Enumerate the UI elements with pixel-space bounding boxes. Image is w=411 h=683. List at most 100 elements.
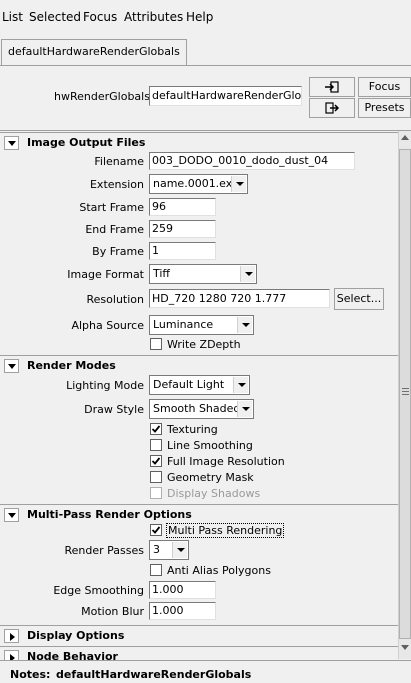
resolution-label: Resolution — [86, 293, 144, 306]
section-multi-pass-render-options[interactable]: Multi-Pass Render Options — [0, 504, 398, 524]
end-frame-label: End Frame — [85, 223, 144, 236]
motion-blur-label: Motion Blur — [81, 605, 144, 618]
line-smoothing-label: Line Smoothing — [167, 439, 253, 452]
notes-label: Notes: — [10, 668, 51, 681]
node-name-field[interactable]: defaultHardwareRenderGlobals — [149, 86, 302, 106]
chevron-down-icon — [231, 176, 246, 192]
full-image-resolution-checkbox[interactable] — [150, 455, 162, 467]
start-frame-label: Start Frame — [79, 201, 144, 214]
anti-alias-polygons-checkbox[interactable] — [150, 564, 162, 576]
menu-help[interactable]: Help — [186, 10, 213, 25]
scroll-up-icon[interactable] — [401, 135, 409, 140]
display-shadows-checkbox[interactable] — [150, 487, 162, 499]
lighting-mode-label: Lighting Mode — [66, 379, 144, 392]
image-format-dropdown[interactable]: Tiff — [149, 264, 257, 284]
edge-smoothing-field[interactable]: 1.000 — [149, 581, 216, 599]
notes-value[interactable]: defaultHardwareRenderGlobals — [56, 668, 251, 681]
draw-style-value: Smooth Shaded — [153, 402, 241, 415]
expanded-arrow-icon — [8, 513, 16, 518]
collapse-toggle[interactable] — [4, 508, 19, 522]
checkmark-icon — [151, 526, 161, 534]
alpha-source-dropdown[interactable]: Luminance — [149, 315, 254, 335]
select-resolution-button[interactable]: Select... — [334, 288, 384, 310]
tab-default-hardware-render-globals[interactable]: defaultHardwareRenderGlobals — [1, 39, 187, 65]
chevron-down-icon — [172, 542, 187, 558]
section-image-output-files[interactable]: Image Output Files — [0, 132, 398, 152]
extension-label: Extension — [89, 178, 144, 191]
extension-dropdown[interactable]: name.0001.ext — [149, 174, 248, 194]
notes-bar: Notes: defaultHardwareRenderGlobals — [0, 660, 411, 683]
menu-attributes[interactable]: Attributes — [124, 10, 183, 25]
write-zdepth-checkbox[interactable] — [150, 338, 162, 350]
filename-field[interactable]: 003_DODO_0010_dodo_dust_04 — [149, 152, 355, 170]
resolution-field[interactable]: HD_720 1280 720 1.777 — [149, 289, 330, 308]
scroll-down-icon[interactable] — [401, 645, 409, 650]
extension-value: name.0001.ext — [153, 177, 237, 190]
render-passes-dropdown[interactable]: 3 — [149, 540, 189, 560]
full-image-resolution-label: Full Image Resolution — [167, 455, 285, 468]
node-type-label: hwRenderGlobals: — [54, 90, 154, 103]
geometry-mask-label: Geometry Mask — [167, 471, 254, 484]
collapsed-arrow-icon — [10, 633, 15, 641]
collapse-toggle[interactable] — [4, 359, 19, 373]
menu-selected[interactable]: Selected — [29, 10, 81, 25]
section-render-modes[interactable]: Render Modes — [0, 355, 398, 375]
collapse-toggle[interactable] — [4, 136, 19, 150]
focus-button[interactable]: Focus — [358, 77, 411, 97]
by-frame-label: By Frame — [92, 245, 144, 258]
by-frame-field[interactable]: 1 — [149, 242, 216, 260]
texturing-checkbox[interactable] — [150, 423, 162, 435]
edge-smoothing-label: Edge Smoothing — [53, 584, 144, 597]
start-frame-field[interactable]: 96 — [149, 198, 216, 216]
alpha-source-value: Luminance — [153, 318, 214, 331]
alpha-source-label: Alpha Source — [71, 319, 144, 332]
menu-bar: List Selected Focus Attributes Help — [0, 0, 411, 28]
geometry-mask-checkbox[interactable] — [150, 471, 162, 483]
multi-pass-rendering-checkbox[interactable] — [150, 524, 162, 536]
filename-label: Filename — [94, 155, 144, 168]
render-passes-value: 3 — [153, 543, 160, 556]
tab-strip: defaultHardwareRenderGlobals — [0, 28, 411, 66]
section-node-behavior[interactable]: Node Behavior — [0, 646, 398, 660]
write-zdepth-label: Write ZDepth — [167, 338, 241, 351]
chevron-down-icon — [233, 377, 248, 393]
menu-list[interactable]: List — [2, 10, 23, 25]
expand-toggle[interactable] — [4, 629, 19, 643]
copy-tab-icon — [325, 102, 340, 114]
lighting-mode-value: Default Light — [153, 378, 225, 391]
image-format-label: Image Format — [67, 268, 144, 281]
anti-alias-polygons-label: Anti Alias Polygons — [167, 564, 271, 577]
section-display-options[interactable]: Display Options — [0, 625, 398, 645]
checkmark-icon — [151, 457, 161, 465]
load-arrow-icon — [325, 81, 339, 93]
checkmark-icon — [151, 425, 161, 433]
expanded-arrow-icon — [8, 141, 16, 146]
motion-blur-field[interactable]: 1.000 — [149, 602, 216, 620]
load-node-button[interactable] — [309, 77, 355, 97]
presets-button[interactable]: Presets — [358, 98, 411, 118]
image-format-value: Tiff — [153, 267, 171, 280]
vertical-scrollbar[interactable] — [398, 131, 411, 659]
lighting-mode-dropdown[interactable]: Default Light — [149, 375, 250, 395]
multi-pass-rendering-label: Multi Pass Rendering — [165, 523, 285, 538]
chevron-down-icon — [237, 401, 252, 417]
chevron-down-icon — [240, 266, 255, 282]
draw-style-label: Draw Style — [84, 403, 144, 416]
copy-tab-button[interactable] — [309, 98, 355, 118]
menu-focus[interactable]: Focus — [83, 10, 117, 25]
line-smoothing-checkbox[interactable] — [150, 439, 162, 451]
chevron-down-icon — [237, 317, 252, 333]
expand-toggle[interactable] — [4, 650, 19, 660]
draw-style-dropdown[interactable]: Smooth Shaded — [149, 399, 254, 419]
texturing-label: Texturing — [167, 423, 218, 436]
section-title: Display Options — [27, 629, 125, 642]
attribute-scroll-area: Image Output Files Filename 003_DODO_001… — [0, 130, 411, 660]
render-passes-label: Render Passes — [64, 544, 145, 557]
scrollbar-thumb[interactable] — [399, 149, 411, 639]
node-row: hwRenderGlobals: defaultHardwareRenderGl… — [0, 66, 411, 126]
section-title: Multi-Pass Render Options — [27, 508, 192, 521]
expanded-arrow-icon — [8, 364, 16, 369]
end-frame-field[interactable]: 259 — [149, 220, 216, 238]
section-title: Image Output Files — [27, 136, 146, 149]
section-title: Render Modes — [27, 359, 116, 372]
